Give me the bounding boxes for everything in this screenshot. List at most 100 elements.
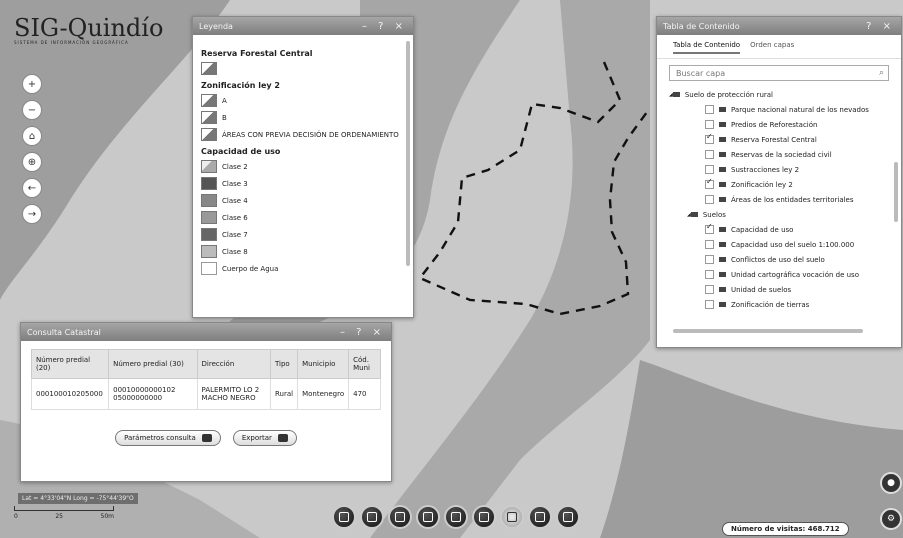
app-logo: SIG-Quindío SISTEMA DE INFORMACIÓN GEOGR… — [14, 14, 163, 45]
basemap-tool-icon[interactable] — [500, 505, 524, 529]
layer-icon — [719, 272, 726, 277]
layer-item[interactable]: Reservas de la sociedad civil — [667, 147, 891, 162]
identify-tool-icon[interactable] — [388, 505, 412, 529]
table-tool-icon[interactable] — [556, 505, 580, 529]
legend-swatch-icon — [201, 111, 217, 124]
column-header[interactable]: Dirección — [196, 349, 271, 379]
globe-tool-icon[interactable] — [528, 505, 552, 529]
tab-orden-capas[interactable]: Orden capas — [750, 41, 794, 54]
visits-label: Número de visitas: — [731, 525, 806, 533]
legend-item: Clase 3 — [201, 177, 405, 190]
toc-hscrollbar[interactable] — [673, 329, 863, 333]
home-icon[interactable]: ⌂ — [22, 126, 42, 146]
layers-tool-icon[interactable] — [444, 505, 468, 529]
layer-icon — [719, 107, 726, 112]
table-cell: PALERMITO LO 2 MACHO NEGRO — [196, 378, 271, 410]
layer-item[interactable]: Sustracciones ley 2 — [667, 162, 891, 177]
layer-item[interactable]: Unidad cartográfica vocación de uso — [667, 267, 891, 282]
layer-label: Capacidad uso del suelo 1:100.000 — [731, 240, 855, 249]
layer-item[interactable]: Unidad de suelos — [667, 282, 891, 297]
legend-section-heading: Zonificación ley 2 — [201, 81, 280, 90]
layer-label: Áreas de los entidades territoriales — [731, 195, 854, 204]
legend-titlebar[interactable]: Leyenda – ? × — [193, 17, 413, 35]
legend-item-label: Clase 2 — [222, 162, 248, 171]
layer-item[interactable]: Reserva Forestal Central — [667, 132, 891, 147]
table-row[interactable]: 000100010205000 00010000000102 0500000000… — [30, 378, 381, 410]
tab-tabla-contenido[interactable]: Tabla de Contenido — [673, 41, 741, 54]
parameters-label: Parámetros consulta — [124, 434, 196, 442]
layer-checkbox[interactable] — [705, 300, 714, 309]
query-tool-icon[interactable] — [416, 505, 440, 529]
legend-item-label: Clase 7 — [222, 230, 248, 239]
layer-checkbox[interactable] — [705, 105, 714, 114]
layer-checkbox[interactable] — [705, 255, 714, 264]
info-button-icon[interactable]: ● — [880, 472, 902, 494]
legend-item: Clase 4 — [201, 194, 405, 207]
layer-item[interactable]: Áreas de los entidades territoriales — [667, 192, 891, 207]
legend-item: A — [201, 94, 405, 107]
search-icon[interactable]: ⌕ — [879, 68, 884, 78]
layer-checkbox[interactable] — [705, 132, 714, 144]
back-icon[interactable]: ← — [22, 178, 42, 198]
layer-item[interactable]: Capacidad de uso — [667, 222, 891, 237]
layer-label: Reservas de la sociedad civil — [731, 150, 832, 159]
legend-section-heading: Reserva Forestal Central — [201, 49, 313, 58]
layer-icon — [719, 227, 726, 232]
layer-item[interactable]: Capacidad uso del suelo 1:100.000 — [667, 237, 891, 252]
layer-item[interactable]: Zonificación ley 2 — [667, 177, 891, 192]
toc-scrollbar[interactable] — [894, 162, 898, 222]
consulta-panel: Consulta Catastral – ? × Número predial … — [20, 322, 392, 482]
legend-item: Clase 6 — [201, 211, 405, 224]
window-controls-icon[interactable]: ? × — [866, 21, 895, 32]
search-input[interactable] — [674, 67, 879, 79]
column-header[interactable]: Número predial (20) — [30, 349, 110, 379]
legend-item: Clase 8 — [201, 245, 405, 258]
measure-tool-icon[interactable] — [332, 505, 356, 529]
settings-button-icon[interactable]: ⚙ — [880, 508, 902, 530]
layer-checkbox[interactable] — [705, 195, 714, 204]
consulta-titlebar[interactable]: Consulta Catastral – ? × — [21, 323, 391, 341]
layer-item[interactable]: Parque nacional natural de los nevados — [667, 102, 891, 117]
layer-checkbox[interactable] — [705, 120, 714, 129]
legend-item-label: Clase 6 — [222, 213, 248, 222]
layer-checkbox[interactable] — [705, 165, 714, 174]
layer-item[interactable]: Conflictos de uso del suelo — [667, 252, 891, 267]
bottom-toolbar — [332, 505, 580, 529]
column-header[interactable]: Número predial (30) — [108, 349, 198, 379]
layer-item[interactable]: Predios de Reforestación — [667, 117, 891, 132]
zoom-out-icon[interactable]: − — [22, 100, 42, 120]
print-tool-icon[interactable] — [472, 505, 496, 529]
layer-checkbox[interactable] — [705, 285, 714, 294]
table-cell: 00010000000102 05000000000 — [108, 378, 198, 410]
column-header[interactable]: Cód. Muni — [348, 349, 381, 379]
layer-search[interactable]: ⌕ — [669, 65, 889, 81]
layer-checkbox[interactable] — [705, 270, 714, 279]
consulta-title: Consulta Catastral — [27, 327, 101, 337]
toc-titlebar[interactable]: Tabla de Contenido ? × — [657, 17, 901, 35]
layer-group[interactable]: ◢ Suelo de protección rural — [667, 87, 891, 102]
forward-icon[interactable]: → — [22, 204, 42, 224]
layer-icon — [719, 287, 726, 292]
legend-scrollbar[interactable] — [406, 41, 410, 266]
legend-item — [201, 62, 405, 75]
export-button[interactable]: Exportar — [232, 430, 297, 446]
layer-checkbox[interactable] — [705, 240, 714, 249]
window-controls-icon[interactable]: – ? × — [340, 327, 385, 338]
layer-checkbox[interactable] — [705, 150, 714, 159]
layer-checkbox[interactable] — [705, 177, 714, 189]
zoom-in-icon[interactable]: + — [22, 74, 42, 94]
layer-label: Zonificación de tierras — [731, 300, 810, 309]
column-header[interactable]: Tipo — [269, 349, 299, 379]
legend-item: Clase 2 — [201, 160, 405, 173]
draw-tool-icon[interactable] — [360, 505, 384, 529]
layer-group[interactable]: ◢ Suelos — [667, 207, 891, 222]
search-icon — [201, 434, 212, 442]
layer-checkbox[interactable] — [705, 222, 714, 234]
window-controls-icon[interactable]: – ? × — [362, 21, 407, 32]
layer-item[interactable]: Zonificación de tierras — [667, 297, 891, 312]
locate-icon[interactable]: ⊕ — [22, 152, 42, 172]
column-header[interactable]: Municipio — [297, 349, 350, 379]
parameters-button[interactable]: Parámetros consulta — [115, 430, 221, 446]
scale-label: 0 — [14, 513, 18, 520]
legend-item-label: B — [222, 113, 227, 122]
